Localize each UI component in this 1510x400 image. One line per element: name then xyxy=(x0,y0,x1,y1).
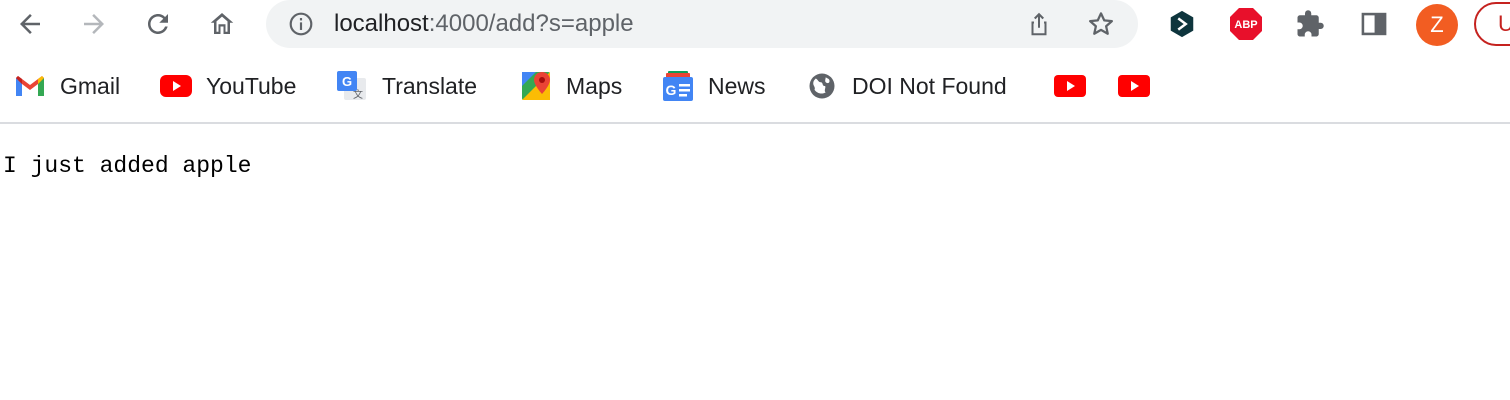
svg-text:ABP: ABP xyxy=(1234,19,1257,31)
toolbar-divider xyxy=(0,122,1510,124)
bookmark-youtube-2[interactable] xyxy=(1054,62,1100,110)
side-panel-icon xyxy=(1361,12,1387,36)
dashlane-icon xyxy=(1170,10,1194,38)
bookmark-label: Gmail xyxy=(60,72,121,99)
youtube-icon xyxy=(1054,70,1086,102)
arrow-right-icon xyxy=(84,14,104,34)
profile-avatar[interactable]: Z xyxy=(1416,4,1458,46)
reload-icon xyxy=(148,13,168,34)
maps-icon xyxy=(520,70,552,102)
dashlane-extension[interactable] xyxy=(1164,6,1200,42)
bookmark-translate[interactable]: G 文 Translate xyxy=(336,62,477,110)
youtube-icon xyxy=(160,70,192,102)
back-button[interactable] xyxy=(10,4,50,44)
share-icon[interactable] xyxy=(1024,9,1054,39)
bookmark-label: Maps xyxy=(566,72,623,99)
side-panel-button[interactable] xyxy=(1356,6,1392,42)
bookmark-label: News xyxy=(708,72,766,99)
bookmark-maps[interactable]: Maps xyxy=(520,62,622,110)
url-host: localhost xyxy=(334,10,429,37)
adblock-extension[interactable]: ABP xyxy=(1228,6,1264,42)
svg-text:文: 文 xyxy=(353,88,363,101)
bookmark-news[interactable]: G News xyxy=(662,62,766,110)
extensions-button[interactable] xyxy=(1292,6,1328,42)
page-message: I just added apple xyxy=(3,153,252,179)
reload-button[interactable] xyxy=(138,4,178,44)
arrow-left-icon xyxy=(20,14,40,34)
globe-icon xyxy=(806,70,838,102)
bookmark-gmail[interactable]: Gmail xyxy=(14,62,120,110)
gmail-icon xyxy=(14,70,46,102)
url-text[interactable]: localhost:4000/add?s=apple xyxy=(334,9,634,39)
forward-button[interactable] xyxy=(74,4,114,44)
youtube-icon xyxy=(1118,70,1150,102)
info-icon[interactable] xyxy=(288,11,314,37)
address-bar[interactable]: localhost:4000/add?s=apple xyxy=(266,0,1138,48)
bookmark-label: YouTube xyxy=(206,72,297,99)
translate-icon: G 文 xyxy=(336,70,368,102)
svg-text:G: G xyxy=(342,74,352,89)
bookmark-youtube[interactable]: YouTube xyxy=(160,62,296,110)
browser-toolbar: localhost:4000/add?s=apple ABP Z U xyxy=(0,0,1510,48)
puzzle-icon xyxy=(1297,10,1324,37)
home-button[interactable] xyxy=(202,4,242,44)
news-icon: G xyxy=(662,70,694,102)
bookmarks-bar: Gmail YouTube G 文 Translate Maps G News … xyxy=(0,62,1510,110)
bookmark-label: DOI Not Found xyxy=(852,72,1007,99)
adblock-icon: ABP xyxy=(1230,8,1262,40)
bookmark-doi-not-found[interactable]: DOI Not Found xyxy=(806,62,1007,110)
url-path: :4000/add?s=apple xyxy=(428,10,634,37)
svg-text:G: G xyxy=(666,82,677,98)
bookmark-youtube-3[interactable] xyxy=(1118,62,1164,110)
home-icon xyxy=(210,13,234,34)
bookmark-label: Translate xyxy=(382,72,478,99)
update-button[interactable]: U xyxy=(1474,2,1510,46)
star-icon[interactable] xyxy=(1086,9,1116,39)
